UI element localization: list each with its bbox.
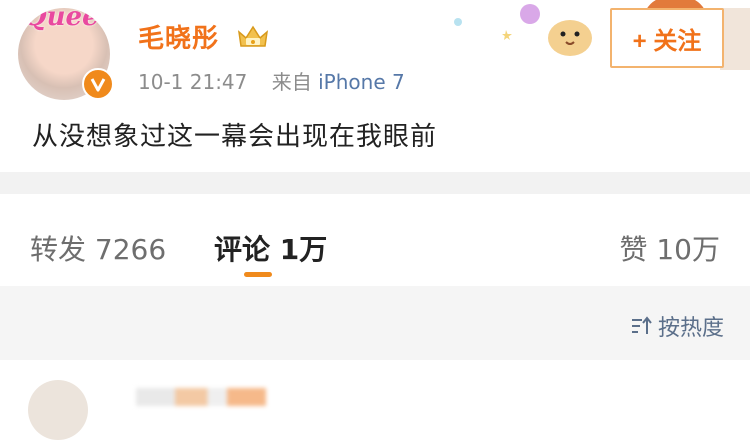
- sort-by-heat-control[interactable]: 按热度: [630, 310, 724, 342]
- tab-reposts[interactable]: 转发 7266: [30, 228, 166, 268]
- post-meta: 10-1 21:47 来自 iPhone 7: [138, 66, 405, 95]
- source-device[interactable]: iPhone 7: [318, 70, 405, 94]
- avatar-queen-text: Queen: [24, 8, 110, 32]
- post-header: Queen 毛晓彤 10-1 21:47 来自 iPhone 7 + 关注: [0, 0, 750, 110]
- sort-label: 按热度: [657, 316, 724, 341]
- author-name[interactable]: 毛晓彤: [138, 18, 219, 55]
- section-divider: [0, 172, 750, 194]
- post-time: 10-1 21:47: [138, 70, 248, 94]
- verified-v-icon: [82, 68, 114, 100]
- tab-likes[interactable]: 赞 10万: [619, 228, 720, 268]
- follow-button[interactable]: + 关注: [610, 8, 724, 68]
- active-tab-indicator: [244, 272, 272, 277]
- sort-bar: 按热度: [0, 286, 750, 360]
- sort-icon: [631, 316, 652, 334]
- tab-comments[interactable]: 评论 1万: [214, 228, 327, 268]
- comment-row[interactable]: [0, 360, 750, 440]
- post-text: 从没想象过这一幕会出现在我眼前: [32, 122, 438, 152]
- vip-crown-icon[interactable]: [236, 22, 270, 50]
- stat-tabs: 转发 7266 评论 1万 赞 10万: [0, 194, 750, 286]
- source-prefix: 来自: [271, 70, 312, 94]
- comment-avatar[interactable]: [28, 380, 88, 440]
- comment-author-blurred: [136, 388, 266, 406]
